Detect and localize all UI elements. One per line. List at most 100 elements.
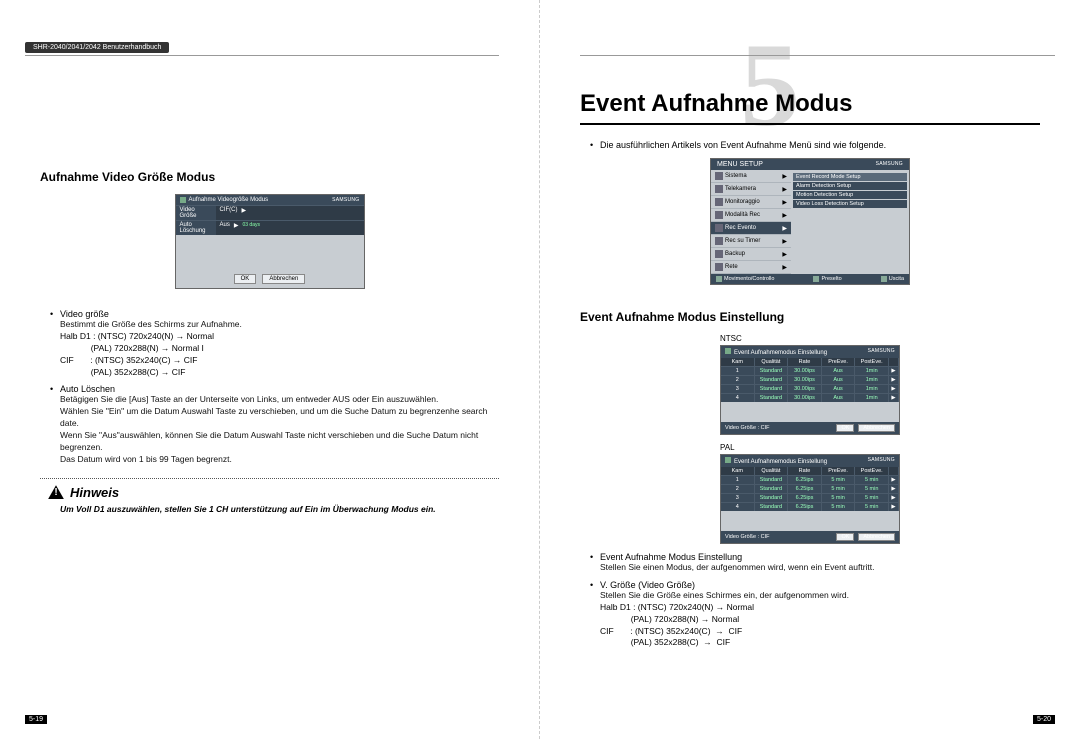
table-cell: 5 min — [822, 476, 856, 484]
spec-line: (PAL) 352x288(C) → CIF — [60, 367, 499, 379]
chapter-title: Event Aufnahme Modus — [580, 90, 1040, 125]
rec-icon — [180, 197, 186, 203]
row-auto-delete: Auto Löschung Aus ▶ 03 days — [176, 220, 364, 235]
chevron-right-icon: ▶ — [782, 251, 787, 258]
table-cell: 6.25ips — [788, 485, 822, 493]
bullet-auto-delete: Auto Löschen — [60, 384, 115, 394]
menu-item-backup[interactable]: Backup▶ — [711, 248, 791, 261]
table-cell: Standard — [755, 503, 789, 511]
menu-item-telekamera[interactable]: Telekamera▶ — [711, 183, 791, 196]
cancel-button[interactable]: Abbrechen — [262, 274, 305, 284]
table-row[interactable]: 1Standard30.00ipsAus1min▶ — [721, 366, 899, 375]
section-event-rec-mode-setting: Event Aufnahme Modus Einstellung — [580, 310, 1040, 324]
table-cell: 2 — [721, 376, 755, 384]
table-cell: 1min — [855, 394, 889, 402]
popup-item[interactable]: Alarm Detection Setup — [793, 182, 907, 190]
exit-icon — [881, 276, 887, 282]
network-icon — [715, 263, 723, 271]
spec-line: (PAL) 352x288(C) → CIF — [600, 637, 1040, 649]
timer-icon — [715, 237, 723, 245]
select-icon — [813, 276, 819, 282]
table-cell: 30.00ips — [788, 376, 822, 384]
note-header: Hinweis — [48, 485, 499, 500]
table-footer: Video Größe : CIF OK Abbrechen — [721, 531, 899, 543]
table-cell: ▶ — [889, 367, 899, 375]
doc-header: SHR-2040/2041/2042 Benutzerhandbuch — [25, 42, 169, 53]
table-row[interactable]: 2Standard6.25ips5 min5 min▶ — [721, 484, 899, 493]
chevron-right-icon: ▶ — [782, 212, 787, 219]
cancel-button[interactable]: Abbrechen — [858, 424, 895, 432]
intro-text: Die ausführlichen Artikels von Event Auf… — [600, 140, 1040, 150]
menu-item-rec-timer[interactable]: Rec su Timer▶ — [711, 235, 791, 248]
chevron-right-icon: ▶ — [782, 186, 787, 193]
menu-item-rete[interactable]: Rete▶ — [711, 261, 791, 274]
table-cell: 6.25ips — [788, 503, 822, 511]
table-cell: 5 min — [855, 485, 889, 493]
ok-button[interactable]: OK — [836, 533, 854, 541]
table-header: Event Aufnahmemodus Einstellung SAMSUNG — [721, 455, 899, 467]
table-cell: 6.25ips — [788, 476, 822, 484]
popup-item[interactable]: Motion Detection Setup — [793, 191, 907, 199]
rec-icon — [725, 348, 731, 354]
camera-icon — [715, 185, 723, 193]
row-label: Video Größe — [176, 205, 216, 220]
dialog-title: Aufnahme Videogröße Modus — [189, 197, 333, 203]
table-row[interactable]: 2Standard30.00ipsAus1min▶ — [721, 375, 899, 384]
table-row[interactable]: 3Standard30.00ipsAus1min▶ — [721, 384, 899, 393]
table-cell: 1 — [721, 476, 755, 484]
brand-label: SAMSUNG — [868, 348, 895, 356]
table-cell: Aus — [822, 376, 856, 384]
table-gap — [721, 402, 899, 422]
bullet-event-mode-setting: Event Aufnahme Modus Einstellung — [600, 552, 742, 562]
table-head-row: Kam Qualität Rate PreEve. PostEve. — [721, 358, 899, 366]
header-rule — [25, 55, 499, 56]
brand-label: SAMSUNG — [868, 457, 895, 465]
table-cell: 30.00ips — [788, 367, 822, 375]
ntsc-label: NTSC — [720, 334, 1040, 343]
popup-item[interactable]: Video Loss Detection Setup — [793, 200, 907, 208]
ok-button[interactable]: OK — [836, 424, 854, 432]
page-number-right: 5-20 — [1033, 715, 1055, 724]
table-head-row: Kam Qualität Rate PreEve. PostEve. — [721, 467, 899, 475]
cancel-button[interactable]: Abbrechen — [858, 533, 895, 541]
row-value[interactable]: Aus ▶ 03 days — [216, 220, 364, 235]
move-icon — [716, 276, 722, 282]
section-video-size-mode: Aufnahme Video Größe Modus — [40, 170, 499, 184]
note-title: Hinweis — [70, 485, 119, 500]
dialog-header: Aufnahme Videogröße Modus SAMSUNG — [176, 195, 364, 205]
menu-item-modalita-rec[interactable]: Modalità Rec▶ — [711, 209, 791, 222]
table-row[interactable]: 4Standard6.25ips5 min5 min▶ — [721, 502, 899, 511]
table-cell: 1min — [855, 376, 889, 384]
menu-item-sistema[interactable]: Sistema▶ — [711, 170, 791, 183]
table-row[interactable]: 1Standard6.25ips5 min5 min▶ — [721, 475, 899, 484]
table-cell: 4 — [721, 503, 755, 511]
table-cell: 5 min — [822, 494, 856, 502]
table-cell: 3 — [721, 385, 755, 393]
sub-line: Wenn Sie "Aus"auswählen, können Sie die … — [60, 430, 499, 454]
ntsc-table-dialog: Event Aufnahmemodus Einstellung SAMSUNG … — [720, 345, 900, 435]
row-label: Auto Löschung — [176, 220, 216, 235]
menu-body: Sistema▶ Telekamera▶ Monitoraggio▶ Modal… — [711, 170, 909, 274]
left-page: SHR-2040/2041/2042 Benutzerhandbuch Aufn… — [0, 0, 540, 739]
menu-sidebar: Sistema▶ Telekamera▶ Monitoraggio▶ Modal… — [711, 170, 791, 274]
right-page: 5 Event Aufnahme Modus Die ausführlichen… — [540, 0, 1080, 739]
table-cell: Standard — [755, 376, 789, 384]
brand-label: SAMSUNG — [332, 197, 359, 203]
ok-button[interactable]: OK — [234, 274, 257, 284]
pal-table-dialog: Event Aufnahmemodus Einstellung SAMSUNG … — [720, 454, 900, 544]
brand-label: SAMSUNG — [876, 161, 903, 168]
page-spread: SHR-2040/2041/2042 Benutzerhandbuch Aufn… — [0, 0, 1080, 739]
row-video-size: Video Größe CIF(C) ▶ — [176, 205, 364, 220]
popup-item[interactable]: Event Record Mode Setup — [793, 173, 907, 181]
row-value[interactable]: CIF(C) ▶ — [216, 205, 364, 220]
table-cell: 1min — [855, 385, 889, 393]
table-cell: 5 min — [855, 503, 889, 511]
menu-item-monitoraggio[interactable]: Monitoraggio▶ — [711, 196, 791, 209]
table-cell: 6.25ips — [788, 494, 822, 502]
page-number-left: 5-19 — [25, 715, 47, 724]
table-cell: 5 min — [855, 476, 889, 484]
sub-line: Betägigen Sie die [Aus] Taste an der Unt… — [60, 394, 499, 406]
menu-item-rec-evento[interactable]: Rec Evento▶ — [711, 222, 791, 235]
table-row[interactable]: 3Standard6.25ips5 min5 min▶ — [721, 493, 899, 502]
table-row[interactable]: 4Standard30.00ipsAus1min▶ — [721, 393, 899, 402]
